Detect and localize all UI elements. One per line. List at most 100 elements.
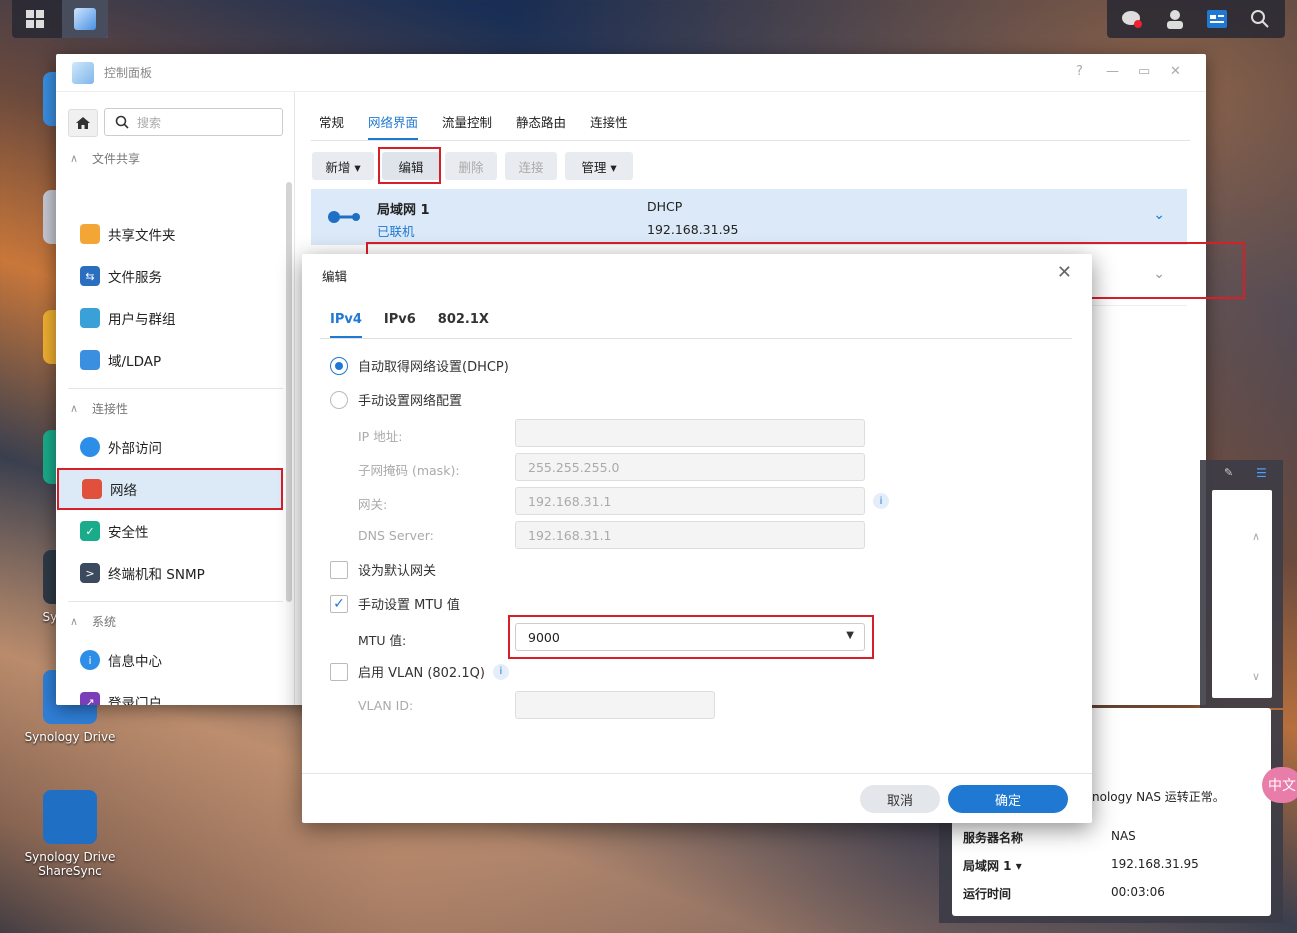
main-menu-button[interactable]: [12, 0, 58, 38]
network-icon: [82, 479, 102, 499]
search-input[interactable]: 搜索: [104, 108, 283, 136]
status-row: 服务器名称 NAS: [963, 829, 1136, 846]
dhcp-radio-row[interactable]: 自动取得网络设置(DHCP): [330, 356, 509, 375]
search-placeholder: 搜索: [137, 115, 162, 130]
connect-button[interactable]: 连接: [505, 152, 557, 180]
status-key: 服务器名称: [963, 831, 1024, 845]
edit-dialog: 编辑 ✕ IPv4 IPv6 802.1X 自动取得网络设置(DHCP) 手动设…: [302, 254, 1092, 823]
ok-button[interactable]: 确定: [948, 785, 1068, 813]
default-gateway-label: 设为默认网关: [358, 564, 437, 579]
divider: [68, 601, 283, 602]
sidebar-item-security[interactable]: ✓ 安全性: [56, 511, 284, 551]
sidebar-item-domain-ldap[interactable]: 域/LDAP: [56, 340, 284, 380]
manual-label: 手动设置网络配置: [358, 394, 463, 409]
ldap-icon: [80, 350, 100, 370]
tab-ipv4[interactable]: IPv4: [330, 312, 362, 338]
tab-traffic-control[interactable]: 流量控制: [442, 112, 492, 140]
mtu-check-row[interactable]: ✓ 手动设置 MTU 值: [330, 594, 460, 613]
section-label: 文件共享: [92, 151, 141, 166]
desktop-icon[interactable]: Synology Drive ShareSync: [10, 790, 130, 878]
add-button[interactable]: 新增 ▾: [312, 152, 374, 180]
sidebar-item-external-access[interactable]: 外部访问: [56, 427, 284, 467]
help-icon[interactable]: ?: [1076, 64, 1083, 79]
section-connectivity[interactable]: ∧ 连接性: [70, 397, 128, 419]
widget-menu-icon[interactable]: ☰: [1256, 466, 1267, 480]
default-gateway-checkbox[interactable]: [330, 560, 348, 579]
close-icon[interactable]: ✕: [1057, 262, 1072, 283]
notification-icon[interactable]: [1119, 6, 1145, 32]
search-icon[interactable]: [1247, 6, 1273, 32]
sidebar-item-terminal-snmp[interactable]: > 终端机和 SNMP: [56, 553, 284, 593]
sidebar-item-info-center[interactable]: i 信息中心: [56, 640, 284, 680]
manual-radio[interactable]: [330, 390, 348, 409]
minimize-icon[interactable]: —: [1106, 64, 1119, 79]
close-icon[interactable]: ✕: [1170, 64, 1181, 79]
mask-field[interactable]: 255.255.255.0: [515, 453, 865, 481]
divider: [68, 388, 283, 389]
manage-button[interactable]: 管理 ▾: [565, 152, 633, 180]
delete-button[interactable]: 删除: [445, 152, 497, 180]
chevron-down-icon[interactable]: ⌄: [1153, 207, 1165, 223]
users-icon: [80, 308, 100, 328]
section-file-sharing[interactable]: ∧ 文件共享: [70, 147, 140, 169]
control-panel-icon: [72, 61, 94, 84]
sidebar-item-shared-folder[interactable]: 共享文件夹: [56, 214, 284, 254]
ip-field[interactable]: [515, 419, 865, 447]
chevron-down-icon[interactable]: ∨: [1252, 670, 1260, 683]
footer-divider: [302, 773, 1092, 774]
tab-connectivity[interactable]: 连接性: [590, 112, 628, 140]
widget-icon[interactable]: [1204, 6, 1230, 32]
status-key: 运行时间: [963, 887, 1012, 901]
manual-radio-row[interactable]: 手动设置网络配置: [330, 390, 462, 409]
mtu-label: MTU 值:: [358, 633, 407, 648]
info-icon[interactable]: i: [492, 663, 509, 680]
taskbar-control-panel-button[interactable]: [62, 0, 108, 38]
home-button[interactable]: [68, 109, 98, 137]
vlan-id-field[interactable]: [515, 691, 715, 719]
dns-label: DNS Server:: [358, 528, 434, 543]
vlan-label: 启用 VLAN (802.1Q): [358, 666, 485, 681]
ip-label: IP 地址:: [358, 429, 403, 444]
sidebar-item-network[interactable]: 网络: [57, 468, 283, 510]
taskbar-right: [1107, 0, 1285, 38]
sidebar-item-label: 终端机和 SNMP: [108, 567, 205, 583]
default-gateway-row[interactable]: 设为默认网关: [330, 560, 436, 579]
sidebar-item-label: 文件服务: [108, 270, 162, 286]
mtu-check-label: 手动设置 MTU 值: [358, 598, 460, 613]
translate-button[interactable]: 中文: [1262, 767, 1297, 803]
section-system[interactable]: ∧ 系统: [70, 610, 116, 632]
user-icon[interactable]: [1162, 6, 1188, 32]
dns-field[interactable]: 192.168.31.1: [515, 521, 865, 549]
chevron-up-icon[interactable]: ∧: [1252, 530, 1260, 543]
dhcp-radio[interactable]: [330, 356, 348, 375]
tab-static-route[interactable]: 静态路由: [516, 112, 566, 140]
folder-icon: [80, 224, 100, 244]
status-row: 运行时间 00:03:06: [963, 885, 1165, 902]
sidebar: 搜索 ∧ 文件共享 共享文件夹 ⇆ 文件服务 用户与群组 域/LDAP ∧ 连接性 外…: [56, 92, 295, 705]
mtu-highlight-box: [508, 615, 874, 659]
tab-ipv6[interactable]: IPv6: [384, 312, 416, 338]
vlan-checkbox[interactable]: [330, 662, 348, 681]
vlan-row[interactable]: 启用 VLAN (802.1Q) i: [330, 662, 509, 681]
chevron-up-icon: ∧: [70, 151, 79, 165]
tab-network-interface[interactable]: 网络界面: [368, 112, 419, 140]
tab-general[interactable]: 常规: [319, 112, 344, 140]
maximize-icon[interactable]: ▭: [1138, 64, 1150, 79]
info-icon: i: [80, 650, 100, 670]
chevron-down-icon[interactable]: ⌄: [1153, 266, 1165, 282]
sidebar-item-login-portal[interactable]: ↗ 登录门户: [56, 682, 284, 705]
tab-8021x[interactable]: 802.1X: [438, 312, 489, 338]
gateway-field[interactable]: 192.168.31.1: [515, 487, 865, 515]
sidebar-item-label: 用户与群组: [108, 312, 176, 328]
cancel-button[interactable]: 取消: [860, 785, 940, 813]
app-icon: [43, 790, 97, 844]
info-icon[interactable]: i: [873, 493, 889, 509]
status-key[interactable]: 局域网 1 ▾: [963, 857, 1111, 874]
mtu-checkbox[interactable]: ✓: [330, 594, 348, 613]
gateway-label: 网关:: [358, 497, 388, 512]
sidebar-scrollbar[interactable]: [286, 182, 292, 602]
interface-row-lan1[interactable]: 局域网 1 已联机 DHCP 192.168.31.95 ⌄: [311, 189, 1187, 245]
sidebar-item-users-groups[interactable]: 用户与群组: [56, 298, 284, 338]
pin-icon[interactable]: ✎: [1224, 466, 1233, 479]
sidebar-item-file-services[interactable]: ⇆ 文件服务: [56, 256, 284, 296]
